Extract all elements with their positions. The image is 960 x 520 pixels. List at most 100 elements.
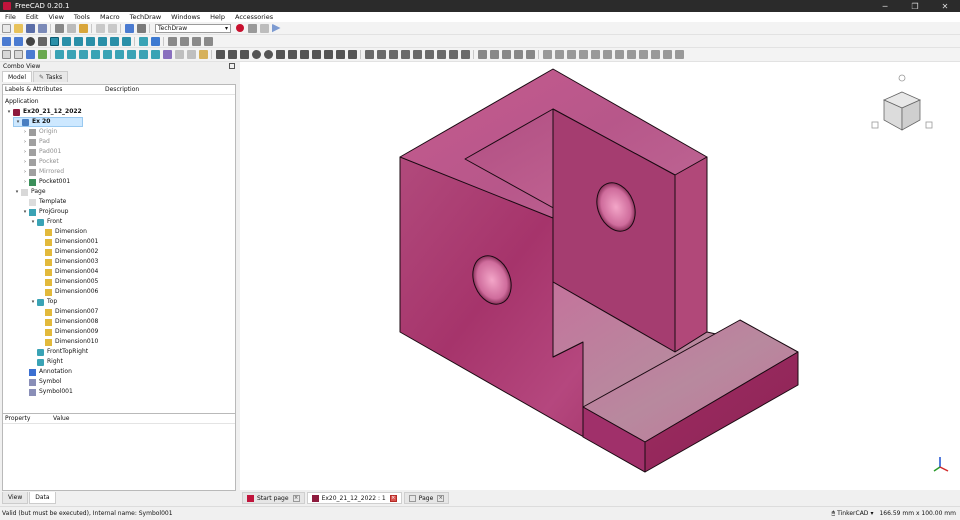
length-dimension-icon[interactable]	[215, 50, 225, 59]
align-views-icon[interactable]	[614, 50, 624, 59]
horizontal-extent-icon[interactable]	[299, 50, 309, 59]
fit-selection-icon[interactable]	[13, 36, 23, 46]
print-icon[interactable]	[37, 50, 47, 59]
menu-view[interactable]: View	[43, 12, 68, 22]
complex-section-icon[interactable]	[102, 50, 112, 59]
section-view-icon[interactable]	[90, 50, 100, 59]
new-file-icon[interactable]	[1, 23, 11, 33]
workbench-selector[interactable]: TechDraw ▾	[155, 23, 231, 33]
close-icon[interactable]: ×	[292, 494, 300, 502]
radius-dimension-icon[interactable]	[251, 50, 261, 59]
minimize-icon[interactable]: ─	[870, 0, 900, 12]
cosmetic-vertex-icon[interactable]	[388, 50, 398, 59]
insert-template-icon[interactable]	[13, 50, 23, 59]
hatch-icon[interactable]	[477, 50, 487, 59]
tree-item[interactable]: Symbol001	[21, 387, 73, 397]
expand-arrow-icon[interactable]: ›	[21, 137, 29, 147]
expand-arrow-icon[interactable]: ▾	[5, 107, 13, 117]
balloon-icon[interactable]	[335, 50, 345, 59]
tab-view[interactable]: View	[2, 492, 29, 504]
refresh-icon[interactable]	[124, 23, 134, 33]
navigation-style-selector[interactable]: 🖱 TinkerCAD ▾	[832, 510, 874, 518]
rich-text-icon[interactable]	[376, 50, 386, 59]
tree-item[interactable]: › Pad	[21, 137, 50, 147]
tree-item[interactable]: Symbol	[21, 377, 61, 387]
fit-all-icon[interactable]	[1, 36, 11, 46]
tree-item[interactable]: Dimension004	[37, 267, 98, 277]
tree-item[interactable]: Dimension010	[37, 337, 98, 347]
right-view-icon[interactable]	[85, 36, 95, 46]
column-description[interactable]: Description	[105, 85, 139, 94]
tab-tasks[interactable]: ✎ Tasks	[33, 71, 69, 82]
column-value[interactable]: Value	[53, 414, 69, 423]
front-view-icon[interactable]	[61, 36, 71, 46]
close-icon[interactable]: ✕	[930, 0, 960, 12]
expand-arrow-icon[interactable]: ›	[21, 177, 29, 187]
macro-stop-icon[interactable]	[247, 23, 257, 33]
chain-dimension-icon[interactable]	[566, 50, 576, 59]
landmark-icon[interactable]	[347, 50, 357, 59]
doc-tab-page[interactable]: Page ×	[403, 492, 450, 504]
expand-arrow-icon[interactable]: ›	[21, 147, 29, 157]
draft-view-icon[interactable]	[126, 50, 136, 59]
expand-arrow-icon[interactable]: ▾	[21, 207, 29, 217]
diameter-dimension-icon[interactable]	[263, 50, 273, 59]
vertical-dimension-icon[interactable]	[239, 50, 249, 59]
menu-edit[interactable]: Edit	[21, 12, 44, 22]
lock-view-icon[interactable]	[662, 50, 672, 59]
whats-this-icon[interactable]	[136, 23, 146, 33]
maximize-icon[interactable]: ❐	[900, 0, 930, 12]
copy-icon[interactable]	[66, 23, 76, 33]
std-part-icon[interactable]	[167, 36, 177, 46]
tree-item[interactable]: › Pad001	[21, 147, 61, 157]
column-labels[interactable]: Labels & Attributes	[3, 85, 105, 94]
undo-icon[interactable]	[95, 23, 105, 33]
column-property[interactable]: Property	[3, 414, 53, 423]
spreadsheet-view-icon[interactable]	[150, 50, 160, 59]
expand-arrow-icon[interactable]: ▾	[14, 117, 22, 127]
tree-item[interactable]: Dimension002	[37, 247, 98, 257]
tree-item[interactable]: ▾ Top	[29, 297, 57, 307]
open-file-icon[interactable]	[13, 23, 23, 33]
draw-style-icon[interactable]	[25, 36, 35, 46]
tree-item[interactable]: ▾ Ex 20	[13, 117, 83, 127]
tree-item[interactable]: Dimension008	[37, 317, 98, 327]
vertical-extent-icon[interactable]	[311, 50, 321, 59]
insert-active-view-icon[interactable]	[66, 50, 76, 59]
bottom-view-icon[interactable]	[109, 36, 119, 46]
three-point-angle-icon[interactable]	[287, 50, 297, 59]
menu-tools[interactable]: Tools	[69, 12, 95, 22]
tree-item[interactable]: ▾ Page	[13, 187, 46, 197]
arc-length-icon[interactable]	[590, 50, 600, 59]
save-as-icon[interactable]	[37, 23, 47, 33]
tree-item[interactable]: › Pocket001	[21, 177, 70, 187]
hole-circle-icon[interactable]	[626, 50, 636, 59]
expand-arrow-icon[interactable]: ▾	[13, 187, 21, 197]
macro-run-icon[interactable]	[271, 23, 281, 33]
tree-item[interactable]: Template	[21, 197, 66, 207]
macro-record-icon[interactable]	[236, 24, 244, 32]
tree-item[interactable]: › Origin	[21, 127, 57, 137]
tree-item[interactable]: Annotation	[21, 367, 72, 377]
menu-accessories[interactable]: Accessories	[230, 12, 278, 22]
tree-item[interactable]: ▾ Ex20_21_12_2022	[5, 107, 82, 117]
tree-item[interactable]: Dimension	[37, 227, 87, 237]
std-link-icon[interactable]	[191, 36, 201, 46]
tree-item[interactable]: Dimension005	[37, 277, 98, 287]
3d-viewport[interactable]	[240, 62, 960, 490]
tab-data[interactable]: Data	[29, 492, 56, 504]
tree-item[interactable]: Dimension007	[37, 307, 98, 317]
std-link-actions-icon[interactable]	[203, 36, 213, 46]
menu-file[interactable]: File	[0, 12, 21, 22]
link-dimension-icon[interactable]	[323, 50, 333, 59]
dimension-menu-icon[interactable]	[198, 50, 208, 59]
expand-arrow-icon[interactable]: ›	[21, 127, 29, 137]
redraw-page-icon[interactable]	[25, 50, 35, 59]
weld-symbol-icon[interactable]	[448, 50, 458, 59]
tree-item[interactable]: Dimension006	[37, 287, 98, 297]
rear-view-icon[interactable]	[97, 36, 107, 46]
extend-line-icon[interactable]	[542, 50, 552, 59]
export-svg-icon[interactable]	[513, 50, 523, 59]
tree-item[interactable]: ▾ ProjGroup	[21, 207, 68, 217]
arch-view-icon[interactable]	[138, 50, 148, 59]
